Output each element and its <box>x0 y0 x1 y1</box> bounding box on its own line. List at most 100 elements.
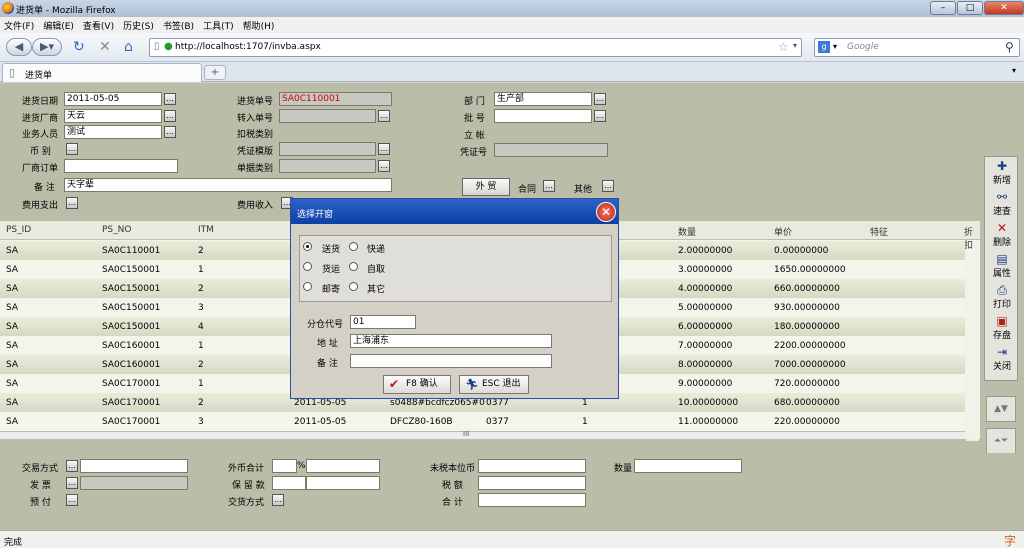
menu-tools[interactable]: 工具(T) <box>199 17 239 32</box>
staff-picker-button[interactable]: … <box>164 126 176 138</box>
batch-picker-button[interactable]: … <box>594 110 606 122</box>
search-icon[interactable]: ⚲ <box>1005 40 1014 54</box>
currency-picker-button[interactable]: … <box>66 143 78 155</box>
forward-button[interactable]: ▶▾ <box>32 38 62 56</box>
confirm-button[interactable]: ✔ F8 确认 <box>383 375 451 394</box>
foreign-percent-field[interactable] <box>272 459 297 473</box>
first-last-button[interactable]: ⏶⏷ <box>986 428 1016 454</box>
doc-type-field[interactable] <box>279 159 376 173</box>
transfer-picker-button[interactable]: … <box>378 110 390 122</box>
save-button[interactable]: ▣ 存盘 <box>987 314 1017 343</box>
radio-option[interactable] <box>303 262 312 271</box>
prepay-picker-button[interactable]: … <box>66 494 78 506</box>
grid-horizontal-scrollbar[interactable]: III <box>0 430 965 439</box>
contract-picker-button[interactable]: … <box>543 180 555 192</box>
exit-button[interactable]: 🏃︎ ESC 退出 <box>459 375 529 394</box>
radio-option[interactable] <box>303 242 312 251</box>
dialog-note-field[interactable] <box>350 354 552 368</box>
voucher-no-field[interactable] <box>494 143 608 157</box>
column-header[interactable]: 特征 <box>870 225 888 238</box>
column-header[interactable]: ITM <box>198 225 214 235</box>
menu-history[interactable]: 历史(S) <box>119 17 159 32</box>
radio-option[interactable] <box>349 242 358 251</box>
url-bar[interactable]: ▯ ● http://localhost:1707/invba.aspx ☆ ▾ <box>149 38 802 57</box>
print-button[interactable]: ⎙ 打印 <box>987 283 1017 312</box>
voucher-template-picker-button[interactable]: … <box>378 143 390 155</box>
retain-field[interactable] <box>306 476 380 490</box>
tab-list-icon[interactable]: ▾ <box>1012 66 1016 75</box>
quick-search-button[interactable]: ⚯ 速查 <box>987 190 1017 219</box>
home-icon[interactable]: ⌂ <box>124 39 133 55</box>
invoice-picker-button[interactable]: … <box>66 477 78 489</box>
vendor-picker-button[interactable]: … <box>164 110 176 122</box>
foreign-total-field[interactable] <box>306 459 380 473</box>
properties-button[interactable]: ▤ 属性 <box>987 252 1017 281</box>
column-header[interactable]: 单价 <box>774 225 792 238</box>
google-icon[interactable]: g <box>818 41 830 53</box>
delete-icon: ✕ <box>996 221 1008 235</box>
transfer-field[interactable] <box>279 109 376 123</box>
note-field[interactable]: 天字辈 <box>64 178 392 192</box>
search-engine-dropdown-icon[interactable]: ▾ <box>833 42 837 51</box>
contract-label: 合同 <box>518 185 537 195</box>
menu-file[interactable]: 文件(F) <box>0 17 39 32</box>
tab-invoice[interactable]: ▯ 进货单 <box>2 63 202 82</box>
url-dropdown-icon[interactable]: ▾ <box>793 41 797 50</box>
bookmark-star-icon[interactable]: ☆ <box>778 40 789 54</box>
menu-bookmarks[interactable]: 书签(B) <box>159 17 199 32</box>
vendor-field[interactable]: 天云 <box>64 109 162 123</box>
qty-field[interactable] <box>634 459 742 473</box>
trade-field[interactable] <box>80 459 188 473</box>
column-header[interactable]: PS_NO <box>102 225 131 235</box>
doc-type-picker-button[interactable]: … <box>378 160 390 172</box>
radio-option[interactable] <box>303 282 312 291</box>
order-field[interactable] <box>64 159 178 173</box>
table-cell: 11.00000000 <box>678 417 739 427</box>
radio-option[interactable] <box>349 262 358 271</box>
menu-view[interactable]: 查看(V) <box>79 17 119 32</box>
foreign-trade-button[interactable]: 外 贸 <box>462 178 510 196</box>
column-header[interactable]: 数量 <box>678 225 696 238</box>
warehouse-code-field[interactable]: 01 <box>350 315 416 329</box>
batch-field[interactable] <box>494 109 592 123</box>
table-cell: SA <box>6 322 19 332</box>
menu-help[interactable]: 帮助(H) <box>239 17 280 32</box>
column-header[interactable]: PS_ID <box>6 225 31 235</box>
back-button[interactable]: ◀ <box>6 38 32 56</box>
untaxed-field[interactable] <box>478 459 586 473</box>
column-header[interactable]: 折扣 <box>964 225 980 251</box>
stop-icon[interactable]: ✕ <box>99 39 111 55</box>
maximize-button[interactable]: □ <box>957 1 983 15</box>
other-picker-button[interactable]: … <box>602 180 614 192</box>
tax-amount-field[interactable] <box>478 476 586 490</box>
reload-icon[interactable]: ↻ <box>73 39 85 55</box>
dept-field[interactable]: 生产部 <box>494 92 592 106</box>
date-field[interactable]: 2011-05-05 <box>64 92 162 106</box>
total-field[interactable] <box>478 493 586 507</box>
dialog-close-button[interactable]: ✕ <box>596 202 616 222</box>
invoice-field[interactable] <box>80 476 188 490</box>
search-input[interactable]: Google <box>847 42 879 52</box>
date-picker-button[interactable]: … <box>164 93 176 105</box>
voucher-template-field[interactable] <box>279 142 376 156</box>
ime-icon[interactable]: 字 <box>1004 532 1016 548</box>
expense-picker-button[interactable]: … <box>66 197 78 209</box>
table-row[interactable]: SA SA0C170001 3 2011-05-05 DFCZ80-160B 0377 1 1… <box>0 412 965 432</box>
close-window-button[interactable]: ✕ <box>984 1 1024 15</box>
staff-field[interactable]: 测试 <box>64 125 162 139</box>
new-tab-button[interactable]: + <box>204 65 226 80</box>
doc-no-field[interactable]: SA0C110001 <box>279 92 392 106</box>
trade-picker-button[interactable]: … <box>66 460 78 472</box>
delivery-picker-button[interactable]: … <box>272 494 284 506</box>
close-button[interactable]: ⇥ 关闭 <box>987 345 1017 374</box>
retain-percent-field[interactable] <box>272 476 306 490</box>
address-field[interactable]: 上海浦东 <box>350 334 552 348</box>
menu-edit[interactable]: 编辑(E) <box>39 17 79 32</box>
search-bar[interactable]: g ▾ Google ⚲ <box>814 38 1020 57</box>
radio-option[interactable] <box>349 282 358 291</box>
dept-picker-button[interactable]: … <box>594 93 606 105</box>
page-up-down-button[interactable]: ▲▼ <box>986 396 1016 422</box>
minimize-button[interactable]: – <box>930 1 956 15</box>
delete-button[interactable]: ✕ 删除 <box>987 221 1017 250</box>
new-button[interactable]: ✚ 新增 <box>987 159 1017 188</box>
